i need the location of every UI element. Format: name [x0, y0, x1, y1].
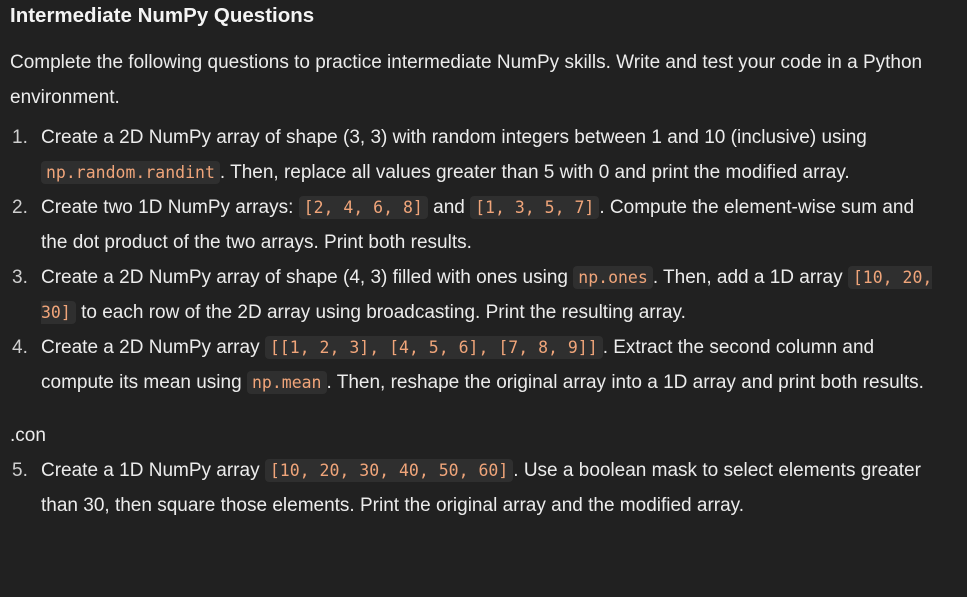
question-number: 3.: [12, 267, 28, 288]
inline-code: [2, 4, 6, 8]: [298, 196, 428, 219]
question-item-2: 2. Create two 1D NumPy arrays: [2, 4, 6,…: [10, 190, 941, 260]
question-text: Create a 2D NumPy array of shape (3, 3) …: [41, 127, 867, 148]
question-text: to each row of the 2D array using broadc…: [75, 302, 686, 323]
question-text: . Then, reshape the original array into …: [326, 372, 924, 393]
question-list-continued: 5. Create a 1D NumPy array [10, 20, 30, …: [10, 453, 960, 523]
inline-code: [[1, 2, 3], [4, 5, 6], [7, 8, 9]]: [264, 336, 603, 359]
intro-paragraph: Complete the following questions to prac…: [10, 52, 923, 108]
question-number: 1.: [12, 127, 28, 148]
page-title: Intermediate NumPy Questions: [10, 4, 315, 27]
question-item-4: 4. Create a 2D NumPy array [[1, 2, 3], […: [10, 330, 941, 400]
question-item-5: 5. Create a 1D NumPy array [10, 20, 30, …: [10, 453, 941, 523]
question-number: 5.: [12, 460, 28, 481]
document-content: Intermediate NumPy Questions Complete th…: [10, 0, 960, 523]
question-list: 1. Create a 2D NumPy array of shape (3, …: [10, 120, 960, 400]
question-number: 2.: [12, 197, 28, 218]
inline-code: [10, 20, 30, 40, 50, 60]: [264, 459, 514, 482]
question-text: Create a 1D NumPy array: [41, 460, 265, 481]
question-number: 4.: [12, 337, 28, 358]
inline-code: np.random.randint: [41, 161, 220, 184]
question-text: . Then, add a 1D array: [652, 267, 848, 288]
question-text: and: [427, 197, 471, 218]
inline-code: [1, 3, 5, 7]: [470, 196, 600, 219]
question-text: Create a 2D NumPy array of shape (4, 3) …: [41, 267, 574, 288]
inline-code: np.mean: [246, 371, 327, 394]
question-item-3: 3. Create a 2D NumPy array of shape (4, …: [10, 260, 941, 330]
separator-text: .con: [10, 425, 46, 446]
question-text: . Then, replace all values greater than …: [219, 162, 850, 183]
question-item-1: 1. Create a 2D NumPy array of shape (3, …: [10, 120, 941, 190]
question-text: Create two 1D NumPy arrays:: [41, 197, 299, 218]
question-text: Create a 2D NumPy array: [41, 337, 265, 358]
inline-code: np.ones: [573, 266, 653, 289]
